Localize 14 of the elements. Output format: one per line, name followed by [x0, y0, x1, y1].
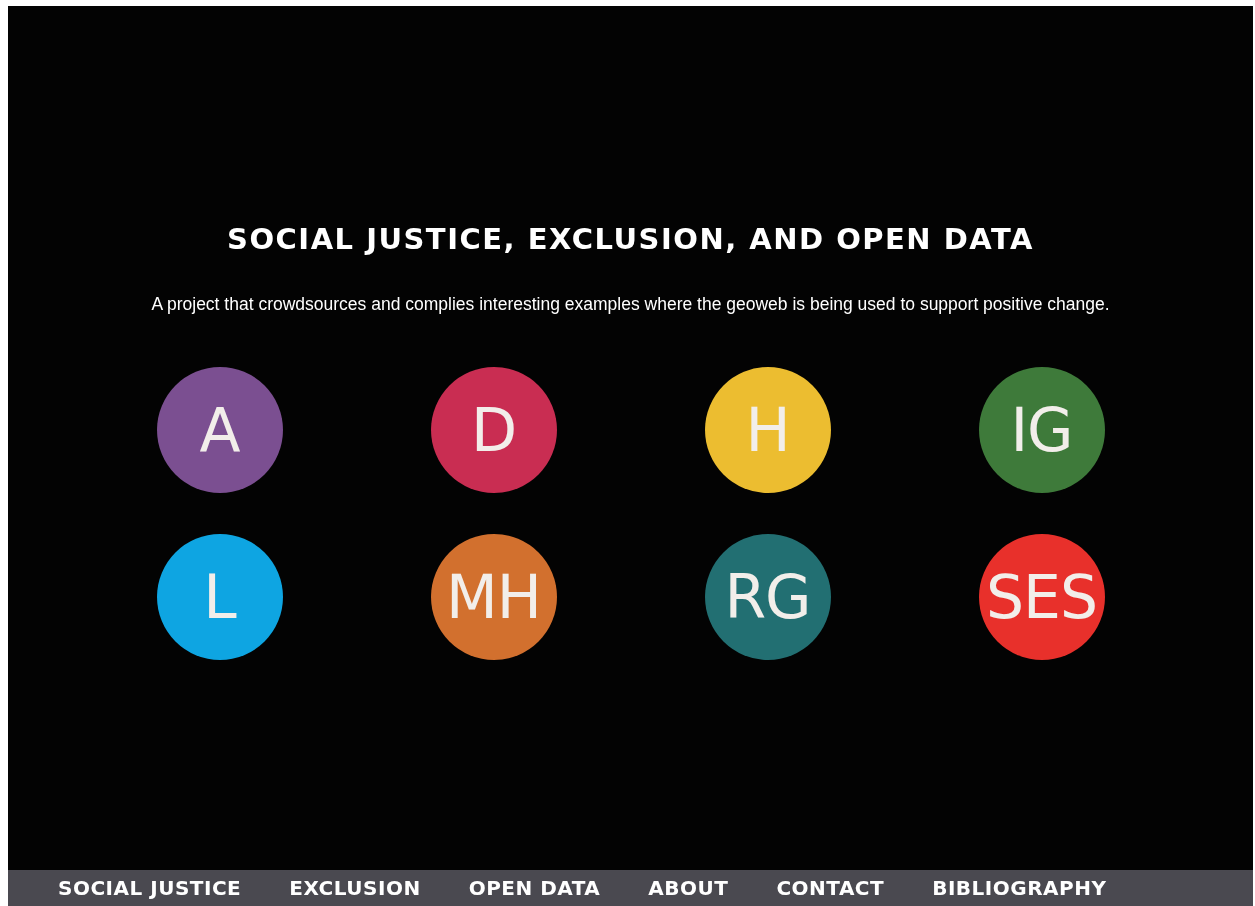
topic-circle-link[interactable]: RG — [704, 534, 831, 660]
topic-circle-link[interactable]: A — [156, 367, 283, 493]
page-subtitle: A project that crowdsources and complies interesting examples where the geoweb is being used to support positive change. — [151, 294, 1110, 315]
nav-link[interactable]: OPEN DATA — [468, 876, 601, 900]
nav-link[interactable]: BIBLIOGRAPHY — [932, 876, 1107, 900]
topic-circle-link[interactable]: IG — [978, 367, 1105, 493]
page-title: SOCIAL JUSTICE, EXCLUSION, AND OPEN DATA — [227, 222, 1034, 256]
topic-circle-link[interactable]: MH — [430, 534, 557, 660]
topic-circle-link[interactable]: D — [430, 367, 557, 493]
topic-circle-link[interactable]: SES — [978, 534, 1105, 660]
nav-link[interactable]: ABOUT — [648, 876, 729, 900]
nav-link[interactable]: EXCLUSION — [289, 876, 421, 900]
nav-link[interactable]: CONTACT — [776, 876, 885, 900]
nav-link[interactable]: SOCIAL JUSTICE — [58, 876, 242, 900]
